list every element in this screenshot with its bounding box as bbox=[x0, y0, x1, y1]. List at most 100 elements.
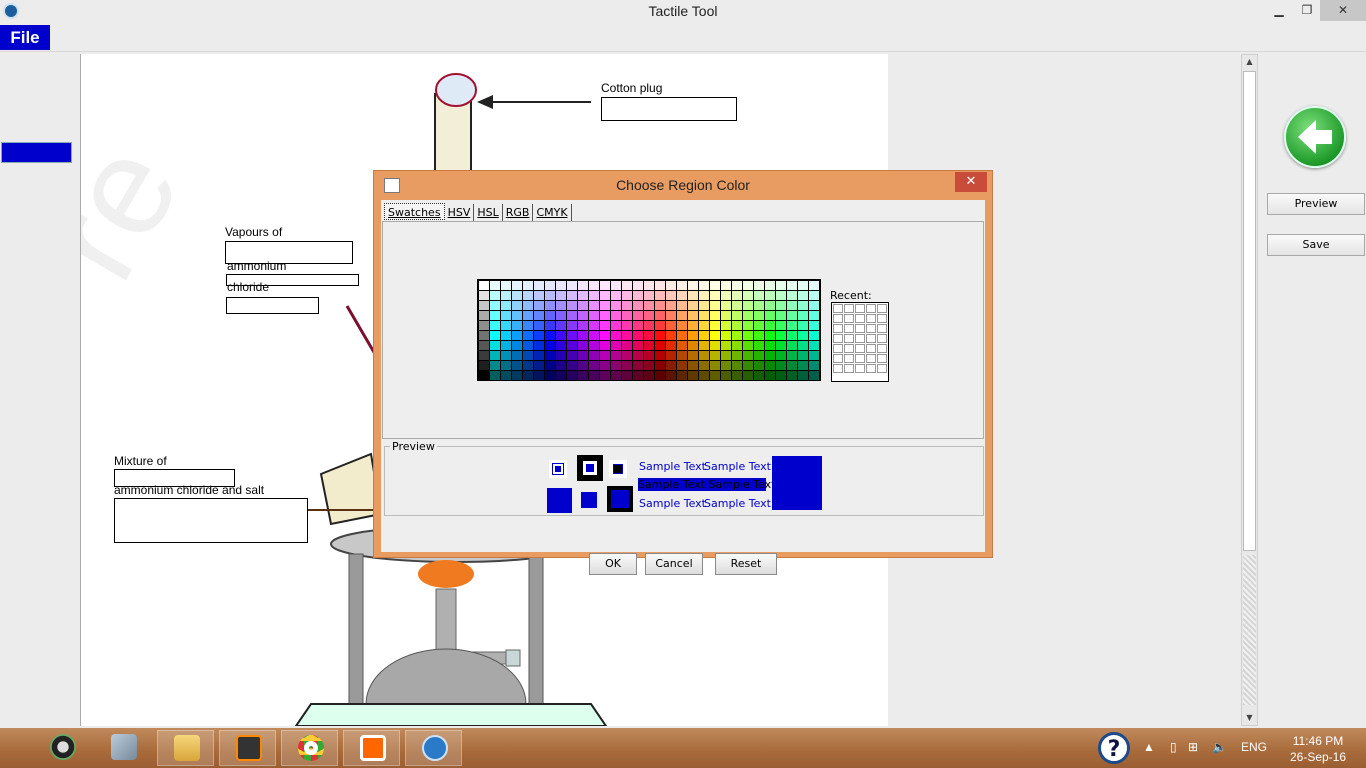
swatch-cell[interactable] bbox=[589, 301, 599, 310]
swatch-cell[interactable] bbox=[765, 361, 775, 370]
recent-swatch-cell[interactable] bbox=[833, 364, 843, 373]
save-button[interactable]: Save bbox=[1267, 234, 1365, 256]
swatch-cell[interactable] bbox=[567, 281, 577, 290]
swatch-cell[interactable] bbox=[732, 361, 742, 370]
tab-hsv[interactable]: HSV bbox=[445, 204, 475, 221]
swatch-cell[interactable] bbox=[633, 291, 643, 300]
swatch-cell[interactable] bbox=[633, 311, 643, 320]
swatch-cell[interactable] bbox=[556, 311, 566, 320]
swatch-cell[interactable] bbox=[534, 371, 544, 380]
swatch-cell[interactable] bbox=[677, 361, 687, 370]
recent-swatch-cell[interactable] bbox=[833, 314, 843, 323]
swatch-cell[interactable] bbox=[512, 351, 522, 360]
swatch-cell[interactable] bbox=[776, 291, 786, 300]
swatch-cell[interactable] bbox=[776, 361, 786, 370]
swatch-cell[interactable] bbox=[754, 301, 764, 310]
dialog-close-button[interactable]: ✕ bbox=[955, 172, 987, 192]
swatch-cell[interactable] bbox=[479, 321, 489, 330]
swatch-cell[interactable] bbox=[765, 331, 775, 340]
close-window-button[interactable]: ✕ bbox=[1320, 0, 1366, 21]
swatch-cell[interactable] bbox=[677, 321, 687, 330]
swatch-cell[interactable] bbox=[765, 301, 775, 310]
swatch-cell[interactable] bbox=[743, 331, 753, 340]
swatch-cell[interactable] bbox=[688, 361, 698, 370]
battery-icon[interactable]: ▯ bbox=[1170, 740, 1177, 754]
swatch-cell[interactable] bbox=[677, 301, 687, 310]
swatch-cell[interactable] bbox=[787, 281, 797, 290]
swatch-cell[interactable] bbox=[688, 331, 698, 340]
swatch-cell[interactable] bbox=[809, 321, 819, 330]
swatch-cell[interactable] bbox=[666, 291, 676, 300]
chloride-field[interactable] bbox=[226, 297, 319, 314]
swatch-cell[interactable] bbox=[655, 361, 665, 370]
swatch-cell[interactable] bbox=[523, 351, 533, 360]
swatch-cell[interactable] bbox=[798, 311, 808, 320]
swatch-cell[interactable] bbox=[798, 341, 808, 350]
swatch-cell[interactable] bbox=[655, 351, 665, 360]
swatch-cell[interactable] bbox=[556, 351, 566, 360]
sublime-text-icon[interactable] bbox=[219, 730, 276, 766]
swatch-cell[interactable] bbox=[556, 341, 566, 350]
tab-swatches[interactable]: Swatches bbox=[384, 203, 445, 220]
preview-button[interactable]: Preview bbox=[1267, 193, 1365, 215]
swatch-cell[interactable] bbox=[699, 321, 709, 330]
swatch-cell[interactable] bbox=[787, 371, 797, 380]
swatch-cell[interactable] bbox=[479, 341, 489, 350]
swatch-cell[interactable] bbox=[743, 321, 753, 330]
swatch-cell[interactable] bbox=[611, 291, 621, 300]
language-indicator[interactable]: ENG bbox=[1241, 740, 1267, 754]
swatch-cell[interactable] bbox=[501, 341, 511, 350]
recent-swatch-cell[interactable] bbox=[877, 324, 887, 333]
swatch-cell[interactable] bbox=[765, 291, 775, 300]
swatch-cell[interactable] bbox=[622, 371, 632, 380]
swatch-cell[interactable] bbox=[644, 291, 654, 300]
swatch-cell[interactable] bbox=[479, 351, 489, 360]
swatch-cell[interactable] bbox=[644, 331, 654, 340]
recent-swatch-cell[interactable] bbox=[855, 324, 865, 333]
recent-swatch-cell[interactable] bbox=[855, 354, 865, 363]
swatch-cell[interactable] bbox=[589, 361, 599, 370]
swatch-grid[interactable] bbox=[477, 279, 821, 381]
back-arrow-icon[interactable] bbox=[1284, 106, 1346, 168]
swatch-cell[interactable] bbox=[677, 291, 687, 300]
recent-swatch-cell[interactable] bbox=[855, 334, 865, 343]
swatch-cell[interactable] bbox=[534, 321, 544, 330]
swatch-cell[interactable] bbox=[545, 351, 555, 360]
swatch-cell[interactable] bbox=[567, 341, 577, 350]
swatch-cell[interactable] bbox=[732, 281, 742, 290]
show-hidden-icons-icon[interactable]: ▲ bbox=[1143, 740, 1155, 754]
swatch-cell[interactable] bbox=[490, 281, 500, 290]
recent-swatch-cell[interactable] bbox=[844, 314, 854, 323]
recent-swatch-cell[interactable] bbox=[877, 314, 887, 323]
swatch-cell[interactable] bbox=[787, 321, 797, 330]
swatch-cell[interactable] bbox=[523, 301, 533, 310]
swatch-cell[interactable] bbox=[699, 331, 709, 340]
swatch-cell[interactable] bbox=[512, 281, 522, 290]
swatch-cell[interactable] bbox=[545, 291, 555, 300]
swatch-cell[interactable] bbox=[600, 341, 610, 350]
swatch-cell[interactable] bbox=[710, 361, 720, 370]
help-icon[interactable]: ? bbox=[1098, 732, 1130, 764]
swatch-cell[interactable] bbox=[710, 301, 720, 310]
recent-swatch-cell[interactable] bbox=[866, 344, 876, 353]
swatch-cell[interactable] bbox=[490, 351, 500, 360]
swatch-cell[interactable] bbox=[699, 341, 709, 350]
swatch-cell[interactable] bbox=[710, 371, 720, 380]
swatch-cell[interactable] bbox=[666, 311, 676, 320]
swatch-cell[interactable] bbox=[666, 321, 676, 330]
swatch-cell[interactable] bbox=[787, 311, 797, 320]
swatch-cell[interactable] bbox=[688, 351, 698, 360]
recent-swatch-cell[interactable] bbox=[833, 304, 843, 313]
recent-swatch-cell[interactable] bbox=[833, 324, 843, 333]
swatch-cell[interactable] bbox=[490, 341, 500, 350]
swatch-cell[interactable] bbox=[534, 341, 544, 350]
swatch-cell[interactable] bbox=[798, 281, 808, 290]
recent-swatch-cell[interactable] bbox=[877, 344, 887, 353]
swatch-cell[interactable] bbox=[479, 281, 489, 290]
swatch-cell[interactable] bbox=[600, 281, 610, 290]
swatch-cell[interactable] bbox=[721, 321, 731, 330]
swatch-cell[interactable] bbox=[710, 341, 720, 350]
cube-app-icon[interactable] bbox=[95, 730, 152, 766]
swatch-cell[interactable] bbox=[501, 321, 511, 330]
swatch-cell[interactable] bbox=[622, 331, 632, 340]
